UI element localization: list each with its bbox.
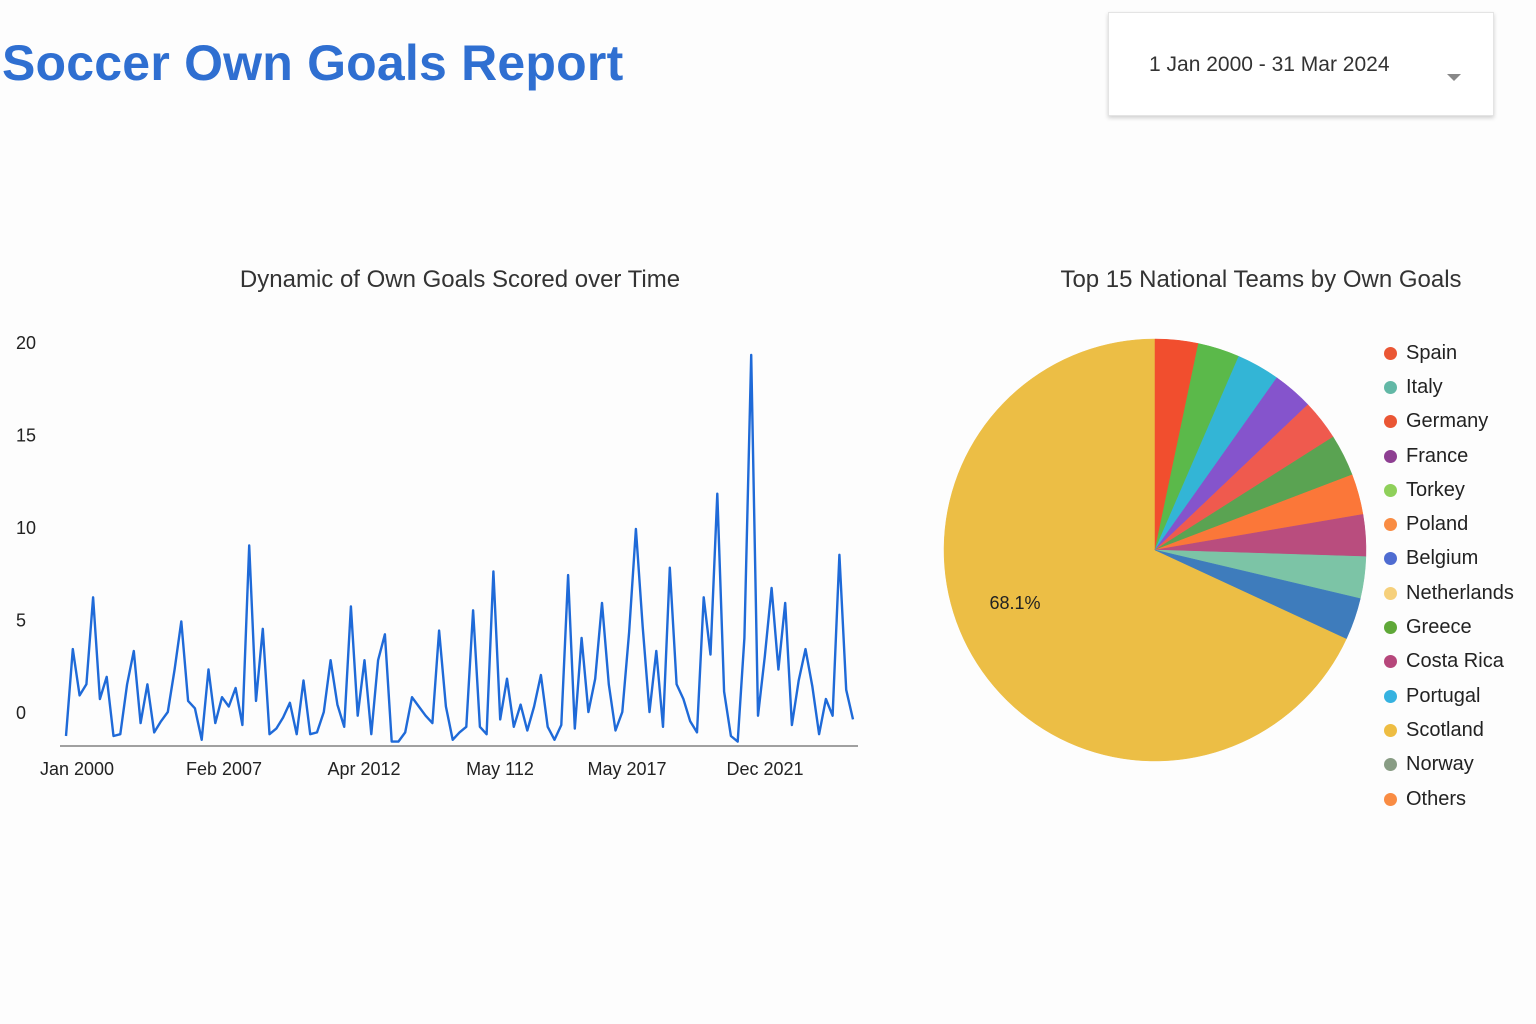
legend-swatch (1384, 689, 1397, 703)
legend-label: Costa Rica (1406, 650, 1504, 673)
legend-item[interactable]: Portugal (1384, 679, 1514, 713)
legend-swatch (1384, 415, 1397, 429)
legend-label: Germany (1406, 410, 1489, 433)
legend-item[interactable]: Poland (1384, 507, 1514, 541)
legend-swatch (1384, 758, 1397, 772)
legend-item[interactable]: France (1384, 439, 1514, 473)
legend-label: Italy (1406, 375, 1443, 398)
legend-swatch (1384, 621, 1397, 635)
legend-label: Portugal (1406, 684, 1481, 707)
legend-item[interactable]: Costa Rica (1384, 645, 1514, 679)
legend-item[interactable]: Italy (1384, 370, 1514, 404)
legend-item[interactable]: Germany (1384, 405, 1514, 439)
legend-item[interactable]: Spain (1384, 336, 1514, 370)
legend-label: Others (1406, 787, 1467, 810)
legend-label: Greece (1406, 616, 1472, 639)
legend-item[interactable]: Scotland (1384, 713, 1514, 747)
legend-label: Poland (1406, 513, 1469, 536)
legend-label: France (1406, 444, 1469, 467)
legend-label: Spain (1406, 341, 1458, 364)
legend-item[interactable]: Greece (1384, 610, 1514, 644)
legend-swatch (1384, 792, 1397, 806)
legend-label: Norway (1406, 753, 1474, 776)
pie-legend: Spain Italy Germany France Torkey Poland Belgi… (1384, 336, 1514, 816)
legend-label: Netherlands (1406, 581, 1514, 604)
legend-item[interactable]: Norway (1384, 748, 1514, 782)
legend-swatch (1384, 449, 1397, 463)
legend-swatch (1384, 655, 1397, 669)
national-teams-pie-chart: 68.1% (943, 338, 1367, 762)
legend-label: Scotland (1406, 718, 1484, 741)
pie-slice-label: 68.1% (989, 593, 1040, 613)
legend-item[interactable]: Torkey (1384, 473, 1514, 507)
legend-item[interactable]: Belgium (1384, 542, 1514, 576)
legend-label: Belgium (1406, 547, 1479, 570)
legend-label: Torkey (1406, 478, 1465, 501)
legend-item[interactable]: Netherlands (1384, 576, 1514, 610)
legend-swatch (1384, 380, 1397, 394)
legend-swatch (1384, 518, 1397, 532)
legend-swatch (1384, 723, 1397, 737)
legend-item[interactable]: Others (1384, 782, 1514, 816)
legend-swatch (1384, 552, 1397, 566)
legend-swatch (1384, 586, 1397, 600)
legend-swatch (1384, 346, 1397, 360)
legend-swatch (1384, 483, 1397, 497)
